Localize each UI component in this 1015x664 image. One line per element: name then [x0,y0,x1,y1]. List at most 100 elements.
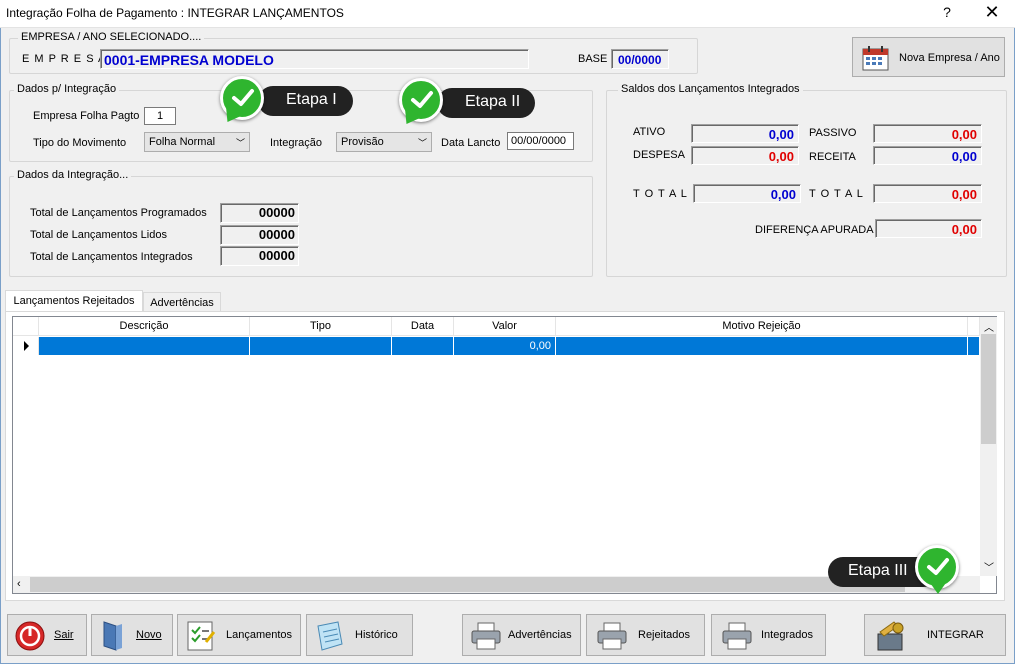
checklist-icon [186,620,216,655]
dados-params-legend: Dados p/ Integração [14,83,120,95]
printer-icon [596,621,628,654]
data-lancto-input[interactable]: 00/00/0000 [507,132,574,150]
ativo-label: ATIVO [633,126,666,138]
nova-empresa-label: Nova Empresa / Ano [899,52,1000,64]
novo-button[interactable]: Novo [91,614,173,656]
integrar-label: INTEGRAR [927,629,984,641]
col-descricao[interactable]: Descrição [39,317,250,336]
receita-label: RECEITA [809,151,856,163]
sair-button[interactable]: Sair [7,614,87,656]
col-valor[interactable]: Valor [454,317,556,336]
tipo-movimento-label: Tipo do Movimento [33,137,127,149]
scroll-left-icon[interactable]: ‹ [17,578,21,590]
lancamentos-button[interactable]: Lançamentos [177,614,301,656]
tab-advertencias[interactable]: Advertências [143,292,221,312]
callout-etapa-2: Etapa II [437,88,535,118]
power-icon [14,620,46,655]
col-filler [968,317,980,336]
lidos-value: 00000 [220,225,299,245]
new-document-icon [102,620,124,655]
scroll-up-icon[interactable]: ︿ [984,319,994,334]
printer-icon [470,621,502,654]
rejeitados-grid: Descrição Tipo Data Valor Motivo Rejeiçã… [12,316,997,594]
total-ativo-value: 0,00 [693,184,801,203]
tipo-movimento-select[interactable]: Folha Normal ﹀ [144,132,250,152]
nova-empresa-button[interactable]: Nova Empresa / Ano [852,37,1005,77]
callout-etapa-1: Etapa I [258,86,353,116]
integrados-label: Integrados [761,629,813,641]
saldos-legend: Saldos dos Lançamentos Integrados [618,83,803,95]
total-ativo-label: T O T A L [633,188,688,200]
integrados-label: Total de Lançamentos Integrados [30,251,193,263]
col-data[interactable]: Data [392,317,454,336]
row-indicator[interactable] [13,337,39,355]
despesa-label: DESPESA [633,149,685,161]
base-field: 00/0000 [611,49,669,69]
programados-value: 00000 [220,203,299,223]
tab-lancamentos-rejeitados[interactable]: Lançamentos Rejeitados [5,290,143,312]
base-value: 00/0000 [618,53,662,67]
sair-label: Sair [54,629,74,641]
table-row[interactable]: 0,00 [39,337,979,355]
printer-icon [721,621,753,654]
advertencias-button[interactable]: Advertências [462,614,581,656]
cell-tipo [250,337,392,355]
help-button[interactable]: ? [940,4,954,20]
ativo-value: 0,00 [691,124,799,143]
diferenca-label: DIFERENÇA APURADA [755,224,874,236]
empresa-folha-input[interactable]: 1 [144,107,176,125]
rejeitados-label: Rejeitados [638,629,690,641]
integracao-value: Provisão [341,136,384,148]
empresa-folha-label: Empresa Folha Pagto [33,110,140,122]
despesa-value: 0,00 [691,146,799,165]
receita-value: 0,00 [873,146,982,165]
advertencias-label: Advertências [508,629,572,641]
check-circle-icon [218,76,264,128]
empresa-field: 0001-EMPRESA MODELO [100,49,529,69]
cell-valor: 0,00 [454,337,556,355]
lidos-label: Total de Lançamentos Lidos [30,229,167,241]
integrados-value: 00000 [220,246,299,266]
close-button[interactable]: ✕ [984,2,1000,23]
integrados-button[interactable]: Integrados [711,614,826,656]
cell-motivo [556,337,968,355]
rejeitados-button[interactable]: Rejeitados [586,614,705,656]
chevron-down-icon: ﹀ [235,138,245,148]
novo-label: Novo [136,629,162,641]
calendar-icon [861,44,891,72]
lancamentos-label: Lançamentos [226,629,293,641]
check-circle-icon [915,545,959,594]
col-motivo[interactable]: Motivo Rejeição [556,317,968,336]
historico-label: Histórico [355,629,398,641]
total-passivo-value: 0,00 [873,184,982,203]
tools-icon [874,620,908,655]
diferenca-value: 0,00 [875,219,982,238]
scroll-down-icon[interactable]: ﹀ [984,559,994,574]
empresa-value: 0001-EMPRESA MODELO [104,52,274,68]
historico-button[interactable]: Histórico [306,614,413,656]
check-circle-icon [397,78,443,130]
vertical-scroll-thumb[interactable] [981,334,996,444]
cell-descricao [39,337,250,355]
dados-integracao-legend: Dados da Integração... [14,169,132,181]
window-title: Integração Folha de Pagamento : INTEGRAR… [6,6,344,20]
data-lancto-label: Data Lancto [441,137,501,149]
base-label: BASE [578,53,608,65]
passivo-label: PASSIVO [809,127,857,139]
col-tipo[interactable]: Tipo [250,317,392,336]
row-pointer-icon [24,341,29,351]
passivo-value: 0,00 [873,124,982,143]
vertical-scrollbar[interactable]: ︿ ﹀ [980,317,997,576]
title-bar: Integração Folha de Pagamento : INTEGRAR… [0,0,1015,28]
integracao-label: Integração [270,137,322,149]
total-passivo-label: T O T A L [809,188,864,200]
programados-label: Total de Lançamentos Programados [30,207,207,219]
notepad-icon [314,620,346,655]
horizontal-scroll-thumb[interactable] [30,577,905,592]
tipo-movimento-value: Folha Normal [149,136,216,148]
chevron-down-icon: ﹀ [417,138,427,148]
empresa-group-legend: EMPRESA / ANO SELECIONADO.... [18,31,205,43]
integrar-button[interactable]: INTEGRAR [864,614,1006,656]
grid-corner [13,317,39,336]
integracao-select[interactable]: Provisão ﹀ [336,132,432,152]
